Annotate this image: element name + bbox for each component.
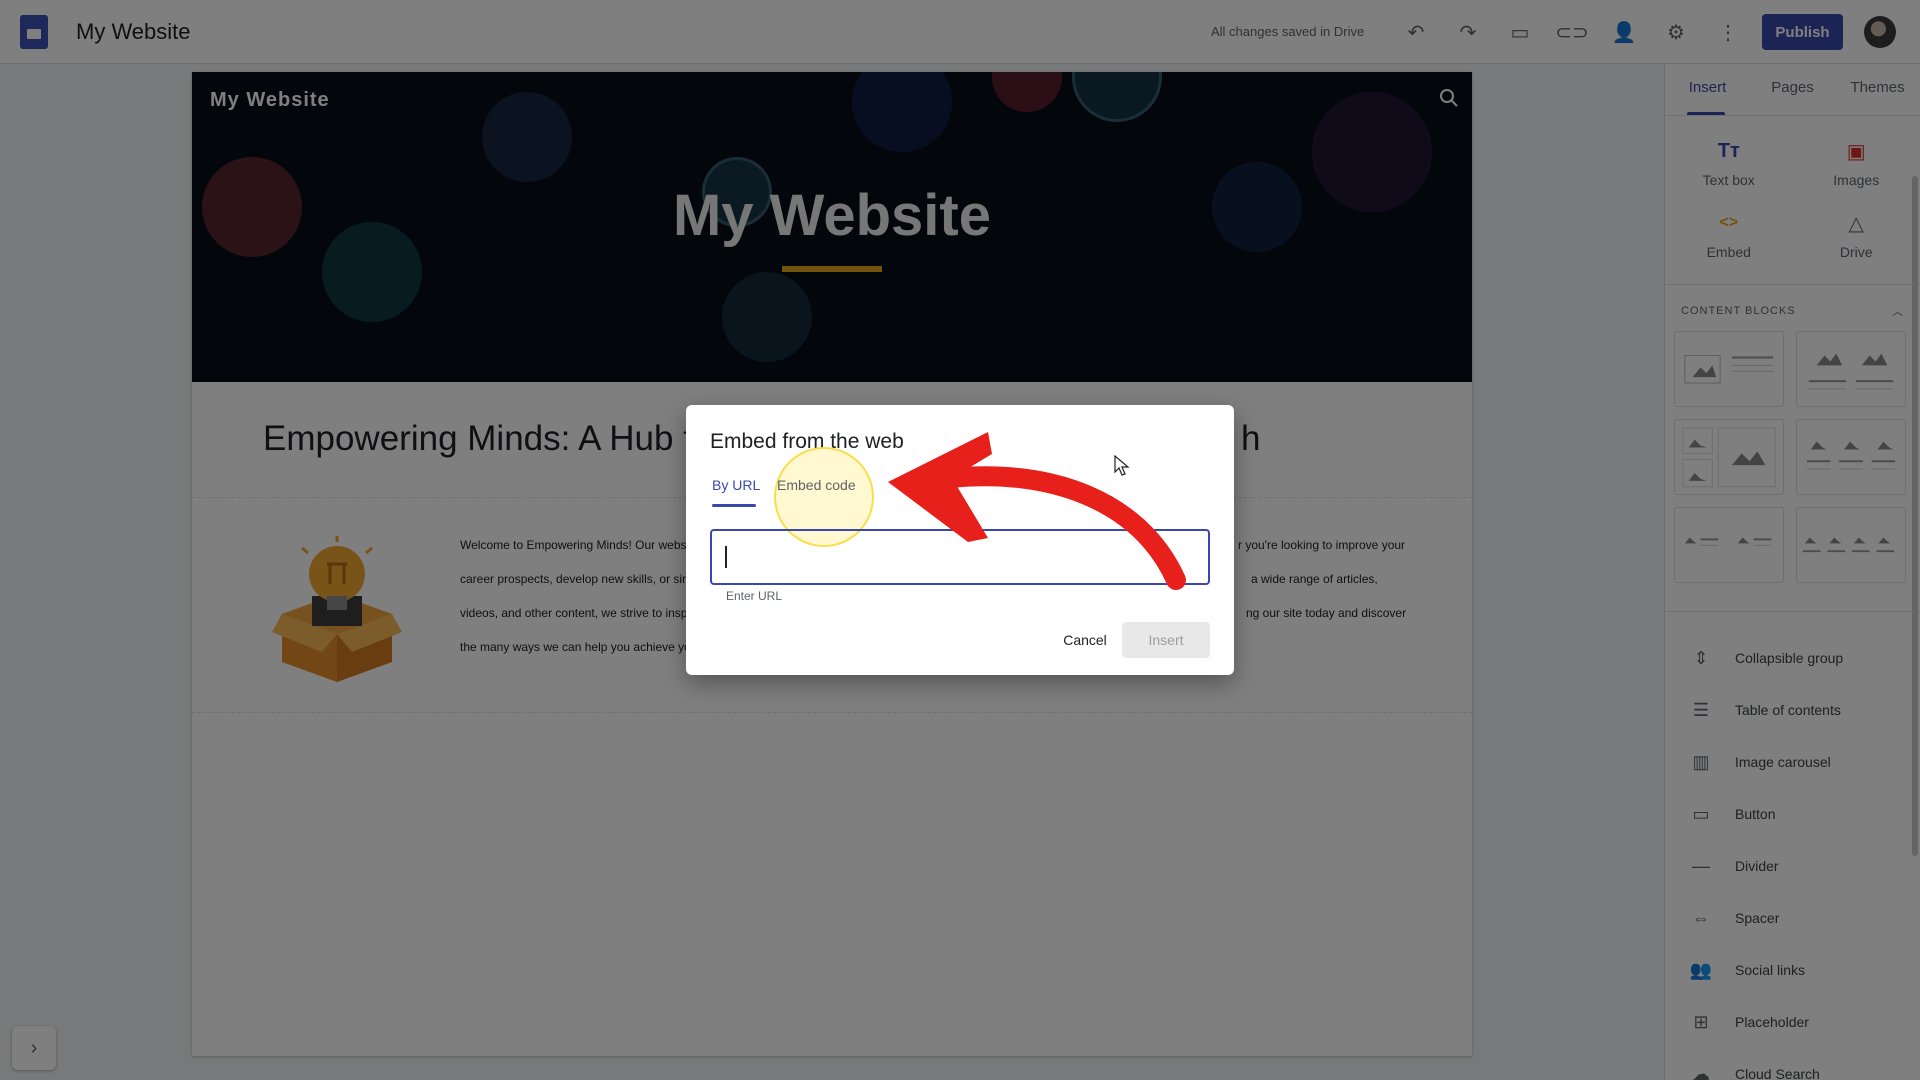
mouse-cursor-icon bbox=[1114, 455, 1130, 476]
insert-button[interactable]: Insert bbox=[1122, 622, 1210, 658]
tab-embed-code[interactable]: Embed code bbox=[777, 477, 856, 493]
url-helper-text: Enter URL bbox=[726, 589, 783, 603]
tab-by-url[interactable]: By URL bbox=[712, 477, 760, 493]
text-caret bbox=[725, 546, 727, 568]
red-arrow-annotation bbox=[888, 432, 1186, 590]
active-tab-indicator bbox=[712, 504, 756, 507]
cancel-button[interactable]: Cancel bbox=[1050, 622, 1120, 658]
